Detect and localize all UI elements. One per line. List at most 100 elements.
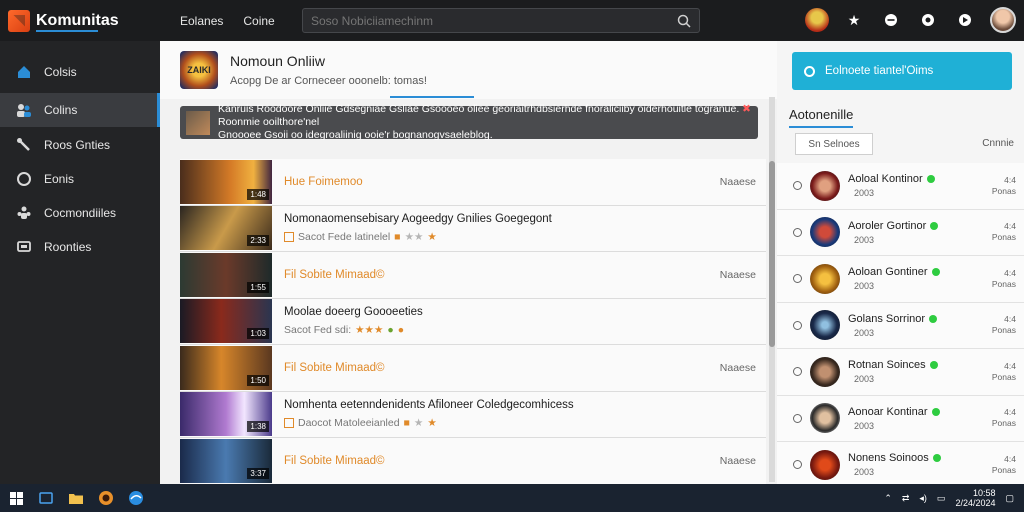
taskview-icon[interactable] [38,490,54,506]
video-thumbnail[interactable]: 1:03 [180,299,272,344]
list-item[interactable]: 1:50 Fil Sobite Mimaad© Naaese [180,345,766,392]
select-radio[interactable] [793,460,802,470]
avatar[interactable] [810,217,840,248]
network-icon[interactable]: ⇄ [902,493,910,504]
game-icon[interactable] [98,490,114,506]
rank-value: 4:4 [1004,267,1016,278]
list-scrollbar[interactable] [769,97,775,482]
scrollbar-thumb[interactable] [769,161,775,347]
avatar[interactable] [810,310,840,341]
search-icon[interactable] [677,14,691,28]
notification-icon[interactable]: ▢ [1005,493,1014,504]
top-nav-item-1[interactable]: Coine [243,14,274,28]
speaker-icon[interactable]: ◂) [919,493,927,504]
avatar[interactable] [810,356,840,387]
player-row[interactable]: Golans Sorrinor 2003 4:4 Ponas [777,302,1024,349]
avatar[interactable] [810,263,840,294]
player-rank: 4:4 Ponas [992,407,1016,429]
select-radio[interactable] [793,320,802,330]
video-title[interactable]: Nomhenta eetenndenidents Afiloneer Coled… [284,399,574,411]
sidebar-item-roonties[interactable]: Roonties [0,230,160,264]
filter-button[interactable]: Sn Selnoes [795,133,873,155]
select-radio[interactable] [793,274,802,284]
video-title[interactable]: Hue Foimemoo [284,176,363,188]
video-title[interactable]: Fil Sobite Mimaad© [284,362,385,374]
sidebar: Colsis Colins Roos Gnties Eonis Cocmondi… [0,41,160,484]
player-row[interactable]: Rotnan Soinces 2003 4:4 Ponas [777,349,1024,396]
windows-icon[interactable] [8,490,24,506]
cta-button[interactable]: Eolnoete tiantel'Oims [792,52,1012,90]
video-thumbnail[interactable]: 1:55 [180,252,272,297]
close-x-icon[interactable]: ✖ [742,103,751,115]
list-item[interactable]: 1:03 Moolae doeerg Goooeeties Sacot Fed … [180,298,766,345]
panel-title: Aotonenille [789,107,854,122]
video-title[interactable]: Fil Sobite Mimaad© [284,455,385,467]
column-label[interactable]: Cnnnie [982,138,1014,149]
video-thumbnail[interactable]: 1:38 [180,392,272,437]
player-row[interactable]: Nonens Soinoos 2003 4:4 Ponas [777,442,1024,489]
video-title[interactable]: Moolae doeerg Goooeeties [284,306,423,318]
record-icon[interactable] [916,8,940,32]
rank-label: Ponas [991,325,1016,336]
row-right-label[interactable]: Naaese [720,269,756,281]
video-title[interactable]: Nomonaomensebisary Aogeedgy Gnilies Goeg… [284,213,552,225]
video-thumbnail[interactable]: 3:37 [180,438,272,483]
game-avatar-icon[interactable] [805,8,829,32]
sidebar-item-colins[interactable]: Colins [0,93,160,127]
checkbox-icon[interactable] [284,418,294,429]
star-icon[interactable]: ★ [842,8,866,32]
video-title[interactable]: Fil Sobite Mimaad© [284,269,385,281]
app-logo[interactable]: Komunitas [0,0,160,41]
list-item[interactable]: 1:38 Nomhenta eetenndenidents Afiloneer … [180,391,766,438]
video-thumbnail[interactable]: 1:48 [180,159,272,204]
sidebar-item-colsis[interactable]: Colsis [0,55,160,89]
star-icon: ★ [427,417,437,430]
user-avatar-icon[interactable] [990,7,1016,33]
checkbox-icon[interactable] [284,232,294,243]
logo-icon [8,9,30,32]
row-right-label[interactable]: Naaese [720,455,756,467]
folder-icon[interactable] [68,490,84,506]
list-item[interactable]: 1:55 Fil Sobite Mimaad© Naaese [180,252,766,299]
video-thumbnail[interactable]: 1:50 [180,345,272,390]
select-radio[interactable] [793,227,802,237]
settings-icon[interactable] [953,8,977,32]
sidebar-item-roos-gnties[interactable]: Roos Gnties [0,128,160,162]
clock[interactable]: 10:58 2/24/2024 [955,488,995,508]
avatar[interactable] [810,449,840,480]
row-right-label[interactable]: Naaese [720,176,756,188]
game-logo[interactable]: ZAIKI [180,51,218,89]
search-input[interactable] [311,13,671,28]
select-radio[interactable] [793,413,802,423]
sidebar-item-label: Colins [44,103,78,117]
player-row[interactable]: Aoloal Kontinor 2003 4:4 Ponas [777,163,1024,210]
notice-banner[interactable]: Kanruis Roodoore Onliie Gdsegniae Gsliae… [180,103,758,141]
select-radio[interactable] [793,181,802,191]
chevron-up-icon[interactable]: ⌃ [884,493,892,504]
row-right-label[interactable]: Naaese [720,362,756,374]
search-box[interactable] [302,8,700,33]
video-thumbnail[interactable]: 2:33 [180,206,272,251]
online-status-icon [931,407,940,416]
notice-line-1: Kanruis Roodoore Onliie Gdsegniae Gsliae… [218,103,740,115]
list-item[interactable]: 1:48 Hue Foimemoo Naaese [180,159,766,206]
system-tray: ⌃ ⇄ ◂) ▭ 10:58 2/24/2024 ▢ [884,484,1014,512]
list-item[interactable]: 3:37 Fil Sobite Mimaad© Naaese [180,438,766,485]
star-icon: ★ [413,417,424,430]
sidebar-item-eonis[interactable]: Eonis [0,162,160,196]
avatar[interactable] [810,403,840,434]
sidebar-item-cocmondiiles[interactable]: Cocmondiiles [0,196,160,230]
minus-icon[interactable] [879,8,903,32]
browser-icon[interactable] [128,490,144,506]
player-row[interactable]: Aoroler Gortinor 2003 4:4 Ponas [777,209,1024,256]
player-row[interactable]: Aoloan Gontiner 2003 4:4 Ponas [777,256,1024,303]
player-rank: 4:4 Ponas [992,175,1016,197]
player-row[interactable]: Aonoar Kontinar 2003 4:4 Ponas [777,395,1024,442]
list-item[interactable]: 2:33 Nomonaomensebisary Aogeedgy Gnilies… [180,205,766,252]
star-icon: ★★ [404,231,424,244]
avatar[interactable] [810,170,840,201]
battery-icon[interactable]: ▭ [937,493,946,504]
top-nav-item-0[interactable]: Eolanes [180,14,223,28]
select-radio[interactable] [793,367,802,377]
player-meta: 2003 [854,281,875,292]
